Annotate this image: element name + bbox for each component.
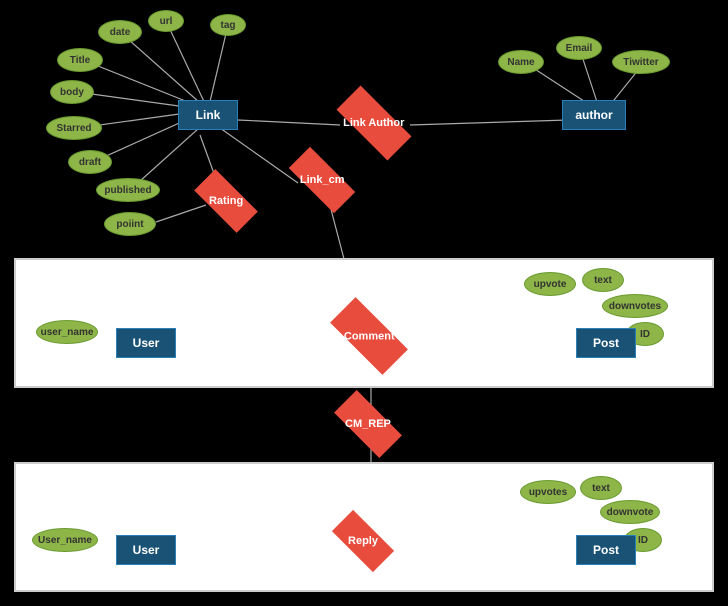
attr-upvote1: upvote <box>524 272 576 296</box>
attr-url: url <box>148 10 184 32</box>
attr-date: date <box>98 20 142 44</box>
attr-draft: draft <box>68 150 112 174</box>
attr-starred: Starred <box>46 116 102 140</box>
attr-downvotes1: downvotes <box>602 294 668 318</box>
attr-twitter: Tiwitter <box>612 50 670 74</box>
entity-link: Link <box>178 100 238 130</box>
attr-title: Title <box>57 48 103 72</box>
attr-text1: text <box>582 268 624 292</box>
attr-username1: user_name <box>36 320 98 344</box>
entity-author: author <box>562 100 626 130</box>
attr-email: Email <box>556 36 602 60</box>
rel-link-cm: Link_cm <box>289 147 355 213</box>
attr-tag: tag <box>210 14 246 36</box>
er-diagram: date url tag Title body Starred draft pu… <box>0 0 728 606</box>
attr-body: body <box>50 80 94 104</box>
rel-rating: Rating <box>194 169 258 233</box>
attr-name: Name <box>498 50 544 74</box>
attr-username2: User_name <box>32 528 98 552</box>
attr-published: published <box>96 178 160 202</box>
entity-user2: User <box>116 535 176 565</box>
entity-post1: Post <box>576 328 636 358</box>
attr-text2: text <box>580 476 622 500</box>
rel-cm-rep: CM_REP <box>334 390 402 458</box>
rel-link-author: Link Author <box>337 86 412 161</box>
entity-post2: Post <box>576 535 636 565</box>
attr-point: poiint <box>104 212 156 236</box>
entity-user1: User <box>116 328 176 358</box>
attr-downvote2: downvote <box>600 500 660 524</box>
attr-upvotes2: upvotes <box>520 480 576 504</box>
